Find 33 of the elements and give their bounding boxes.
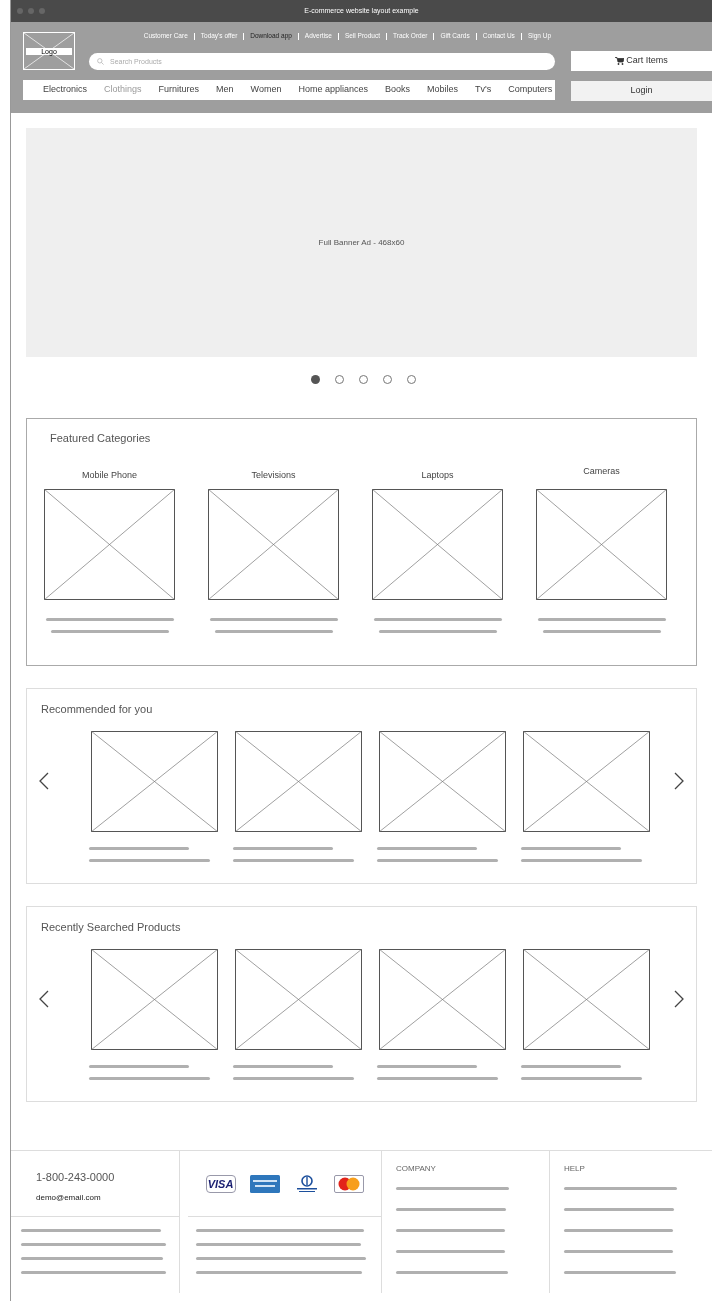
email-address[interactable]: demo@email.com [36,1191,179,1204]
banner-ad[interactable]: Full Banner Ad - 468x60 [26,128,697,357]
nav-item[interactable]: Furnitures [158,83,200,97]
footer-heading: COMPANY [396,1163,437,1175]
login-button[interactable]: Login [571,81,712,101]
search-icon [97,58,104,65]
visa-card-logo: VISA [205,1175,236,1193]
cart-button[interactable]: Cart Items [571,51,712,71]
footer-heading: HELP [564,1163,586,1175]
chevron-left-icon[interactable] [39,989,49,1008]
nav-item[interactable]: Mobiles [427,83,458,97]
phone-number: 1-800-243-0000 [36,1170,116,1185]
section-title: Recently Searched Products [41,920,182,935]
category-label[interactable]: Mobile Phone [81,468,137,489]
banner-text: Full Banner Ad - 468x60 [318,236,405,249]
nav-item[interactable]: Computers [508,83,553,97]
mastercard-card-icon [333,1175,364,1193]
chevron-left-icon[interactable] [39,771,49,790]
nav-item[interactable]: Women [250,83,282,97]
nav-item[interactable]: Home appliances [298,83,368,97]
chevron-right-icon[interactable] [674,989,684,1008]
nav-item[interactable]: Electronics [43,83,87,97]
chevron-right-icon[interactable] [674,771,684,790]
nav-item[interactable]: Men [216,83,234,97]
category-label[interactable]: Cameras [583,464,620,485]
nav-item[interactable]: Books [385,83,410,97]
category-label[interactable]: Televisions [251,468,296,489]
category-label[interactable]: Laptops [421,468,454,489]
nav-item[interactable]: Tv's [475,83,492,97]
section-title: Featured Categories [50,431,152,446]
amex-card-icon [249,1175,280,1193]
section-title: Recommended for you [41,702,154,717]
cart-icon [615,57,625,65]
